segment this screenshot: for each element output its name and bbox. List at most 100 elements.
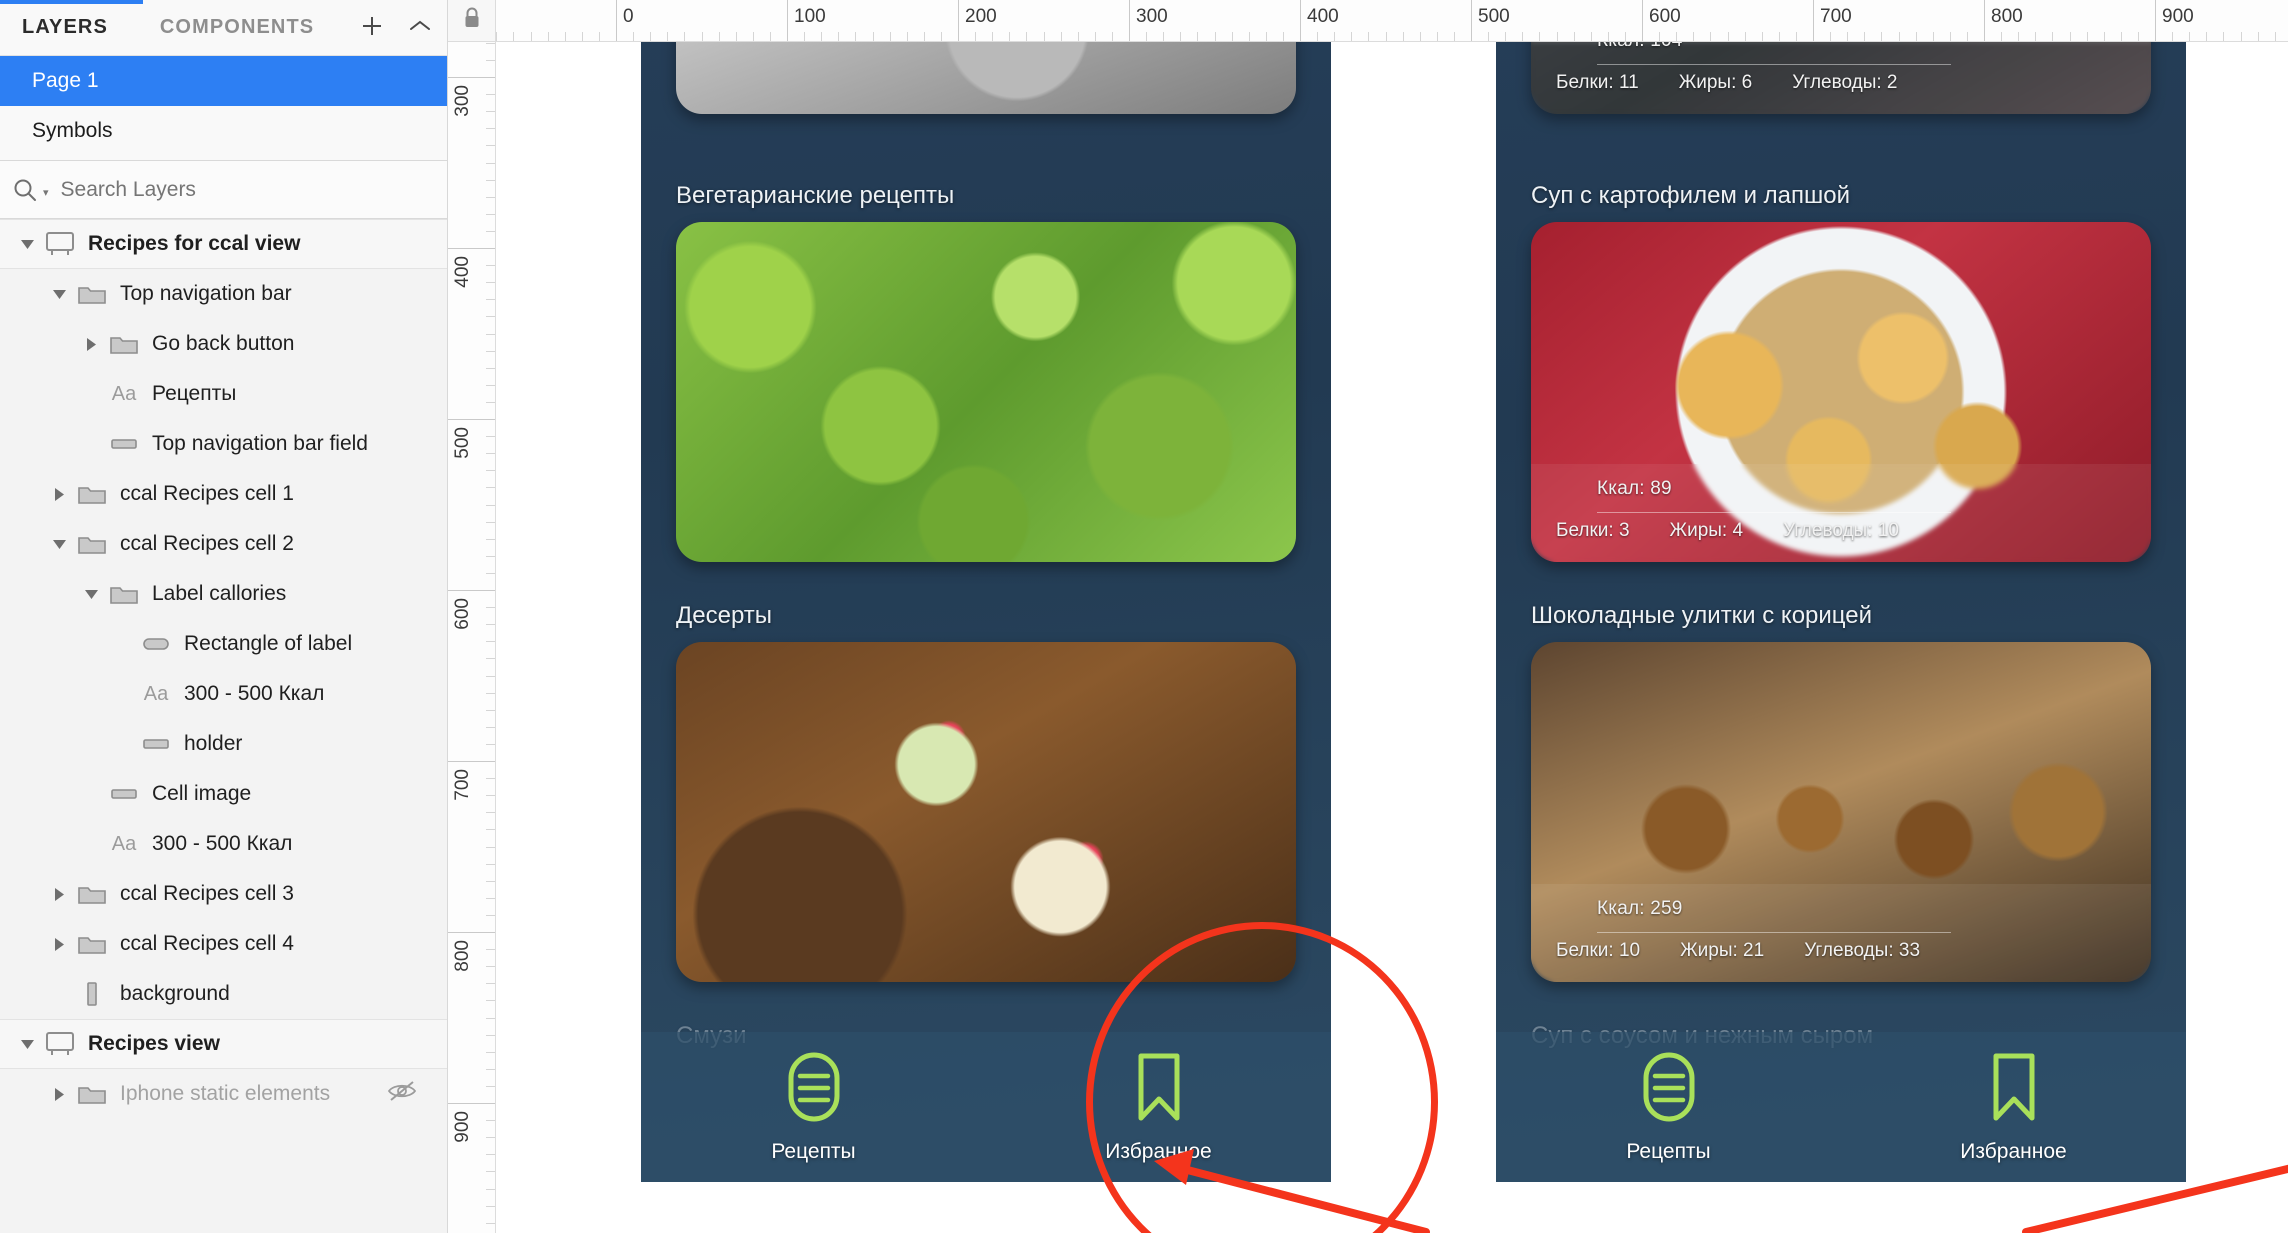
page-item-symbols[interactable]: Symbols xyxy=(0,106,447,156)
disclosure-open-icon[interactable] xyxy=(46,288,72,301)
recipe-image[interactable]: Ккал: 259 Белки: 10 Жиры: 21 Углеводы: 33 xyxy=(1531,642,2151,982)
ruler-minor-tick xyxy=(1248,32,1250,41)
artboard-icon xyxy=(40,231,80,257)
recipe-cell[interactable]: Суп с картофилем и лапшой Ккал: 89 Белки: … xyxy=(1496,182,2186,562)
artboard-icon xyxy=(40,1031,80,1057)
rounded-rect-icon xyxy=(136,637,176,651)
layer-row[interactable]: ccal Recipes cell 4 xyxy=(0,919,447,969)
layer-row[interactable]: ccal Recipes cell 3 xyxy=(0,869,447,919)
disclosure-closed-icon[interactable] xyxy=(78,337,104,352)
add-page-icon[interactable] xyxy=(361,15,383,42)
search-scope-caret-icon[interactable]: ▾ xyxy=(43,186,49,199)
disclosure-closed-icon[interactable] xyxy=(46,1087,72,1102)
folder-icon xyxy=(72,1082,112,1106)
ruler-corner[interactable] xyxy=(448,0,496,42)
disclosure-open-icon[interactable] xyxy=(14,1038,40,1051)
layer-row[interactable]: holder xyxy=(0,719,447,769)
search-layers-row[interactable]: ▾ xyxy=(0,161,447,219)
search-input[interactable] xyxy=(60,177,391,202)
ruler-minor-tick xyxy=(1385,32,1387,41)
ruler-minor-tick xyxy=(923,32,925,41)
layer-name-label: background xyxy=(120,982,230,1005)
fat-value: Жиры: 6 xyxy=(1678,72,1753,93)
protein-value: Белки: 10 xyxy=(1556,940,1641,961)
tab-components[interactable]: COMPONENTS xyxy=(152,16,322,39)
layer-row[interactable]: Rectangle of label xyxy=(0,619,447,669)
ruler-minor-tick xyxy=(1539,32,1541,41)
ruler-major-tick xyxy=(448,590,495,591)
ruler-minor-tick xyxy=(906,32,908,41)
ruler-minor-tick xyxy=(2223,32,2225,41)
design-canvas[interactable]: Вегетарианские рецептыДесертыСмузи Рецеп… xyxy=(496,42,2288,1233)
recipe-cell[interactable]: Ккал: 104 Белки: 11 Жиры: 6 Углеводы: 2 xyxy=(1496,42,2186,114)
disclosure-open-icon[interactable] xyxy=(46,538,72,551)
protein-value: Белки: 3 xyxy=(1556,520,1630,541)
eye-off-icon[interactable] xyxy=(387,1079,417,1109)
ruler-minor-tick xyxy=(1214,32,1216,41)
layer-name-label: 300 - 500 Ккал xyxy=(152,832,293,855)
layer-row[interactable]: Iphone static elements xyxy=(0,1069,447,1119)
ruler-label: 300 xyxy=(1136,6,1168,27)
disclosure-closed-icon[interactable] xyxy=(46,887,72,902)
layer-row[interactable]: Aa 300 - 500 Ккал xyxy=(0,819,447,869)
ruler-minor-tick xyxy=(547,32,549,41)
layer-row[interactable]: Label callories xyxy=(0,569,447,619)
layer-row[interactable]: Top navigation bar field xyxy=(0,419,447,469)
mobile-tab-recipes[interactable]: Рецепты xyxy=(1496,1032,1841,1182)
ruler-label: 400 xyxy=(1307,6,1339,27)
artboard-recipes-for-ccal-view[interactable]: Вегетарианские рецептыДесертыСмузи Рецеп… xyxy=(641,42,1331,1182)
ruler-minor-tick xyxy=(486,179,495,181)
recipe-cell[interactable]: Десерты xyxy=(641,602,1331,982)
ruler-minor-tick xyxy=(1146,32,1148,41)
layer-row[interactable]: Go back button xyxy=(0,319,447,369)
mobile-tab-label: Рецепты xyxy=(771,1139,856,1163)
recipe-image[interactable]: Ккал: 89 Белки: 3 Жиры: 4 Углеводы: 10 xyxy=(1531,222,2151,562)
disclosure-open-icon[interactable] xyxy=(78,588,104,601)
recipe-cell[interactable] xyxy=(641,42,1331,114)
recipe-image[interactable] xyxy=(676,642,1296,982)
recipe-cell[interactable]: Вегетарианские рецепты xyxy=(641,182,1331,562)
ruler-minor-tick xyxy=(2274,32,2276,41)
ruler-minor-tick xyxy=(1436,32,1438,41)
horizontal-ruler[interactable]: 01002003004005006007008009001 0 xyxy=(496,0,2288,42)
bookmark-icon xyxy=(1131,1051,1187,1128)
layer-row[interactable]: Aa 300 - 500 Ккал xyxy=(0,669,447,719)
recipe-image[interactable] xyxy=(676,42,1296,114)
ruler-minor-tick xyxy=(486,1137,495,1139)
mobile-tab-favorites[interactable]: Избранное xyxy=(1841,1032,2186,1182)
recipe-cell[interactable]: Шоколадные улитки с корицей Ккал: 259 Белк… xyxy=(1496,602,2186,982)
ruler-minor-tick xyxy=(735,32,737,41)
disclosure-closed-icon[interactable] xyxy=(46,487,72,502)
tab-layers[interactable]: LAYERS xyxy=(14,16,116,39)
layer-row[interactable]: background xyxy=(0,969,447,1019)
layer-row[interactable]: ccal Recipes cell 1 xyxy=(0,469,447,519)
ruler-minor-tick xyxy=(1043,32,1045,41)
layer-row[interactable]: Aa Рецепты xyxy=(0,369,447,419)
layer-row[interactable]: Top navigation bar xyxy=(0,269,447,319)
layer-name-label: holder xyxy=(184,732,243,755)
disclosure-closed-icon[interactable] xyxy=(46,937,72,952)
ruler-minor-tick xyxy=(2137,32,2139,41)
artboard-recipes-view[interactable]: Ккал: 104 Белки: 11 Жиры: 6 Углеводы: 2 Суп … xyxy=(1496,42,2186,1182)
mobile-tab-favorites[interactable]: Избранное xyxy=(986,1032,1331,1182)
recipe-image[interactable] xyxy=(676,222,1296,562)
ruler-minor-tick xyxy=(1180,32,1182,41)
mobile-tab-recipes[interactable]: Рецепты xyxy=(641,1032,986,1182)
ruler-minor-tick xyxy=(486,726,495,728)
ruler-minor-tick xyxy=(1915,32,1917,41)
rectangle-icon xyxy=(136,737,176,751)
lock-icon[interactable] xyxy=(463,7,481,34)
ruler-label: 500 xyxy=(1478,6,1510,27)
layer-row[interactable]: Recipes for ccal view xyxy=(0,219,447,269)
ruler-minor-tick xyxy=(1265,32,1267,41)
layer-row[interactable]: Cell image xyxy=(0,769,447,819)
layer-row[interactable]: Recipes view xyxy=(0,1019,447,1069)
layer-row[interactable]: ccal Recipes cell 2 xyxy=(0,519,447,569)
folder-icon xyxy=(72,882,112,906)
vertical-ruler[interactable]: 300 400 500 600 700 800 900 xyxy=(448,42,496,1233)
page-item-page-1[interactable]: Page 1 xyxy=(0,56,447,106)
recipe-image[interactable]: Ккал: 104 Белки: 11 Жиры: 6 Углеводы: 2 xyxy=(1531,42,2151,114)
disclosure-open-icon[interactable] xyxy=(14,238,40,251)
ruler-label: 100 xyxy=(794,6,826,27)
chevron-up-icon[interactable] xyxy=(409,19,431,38)
